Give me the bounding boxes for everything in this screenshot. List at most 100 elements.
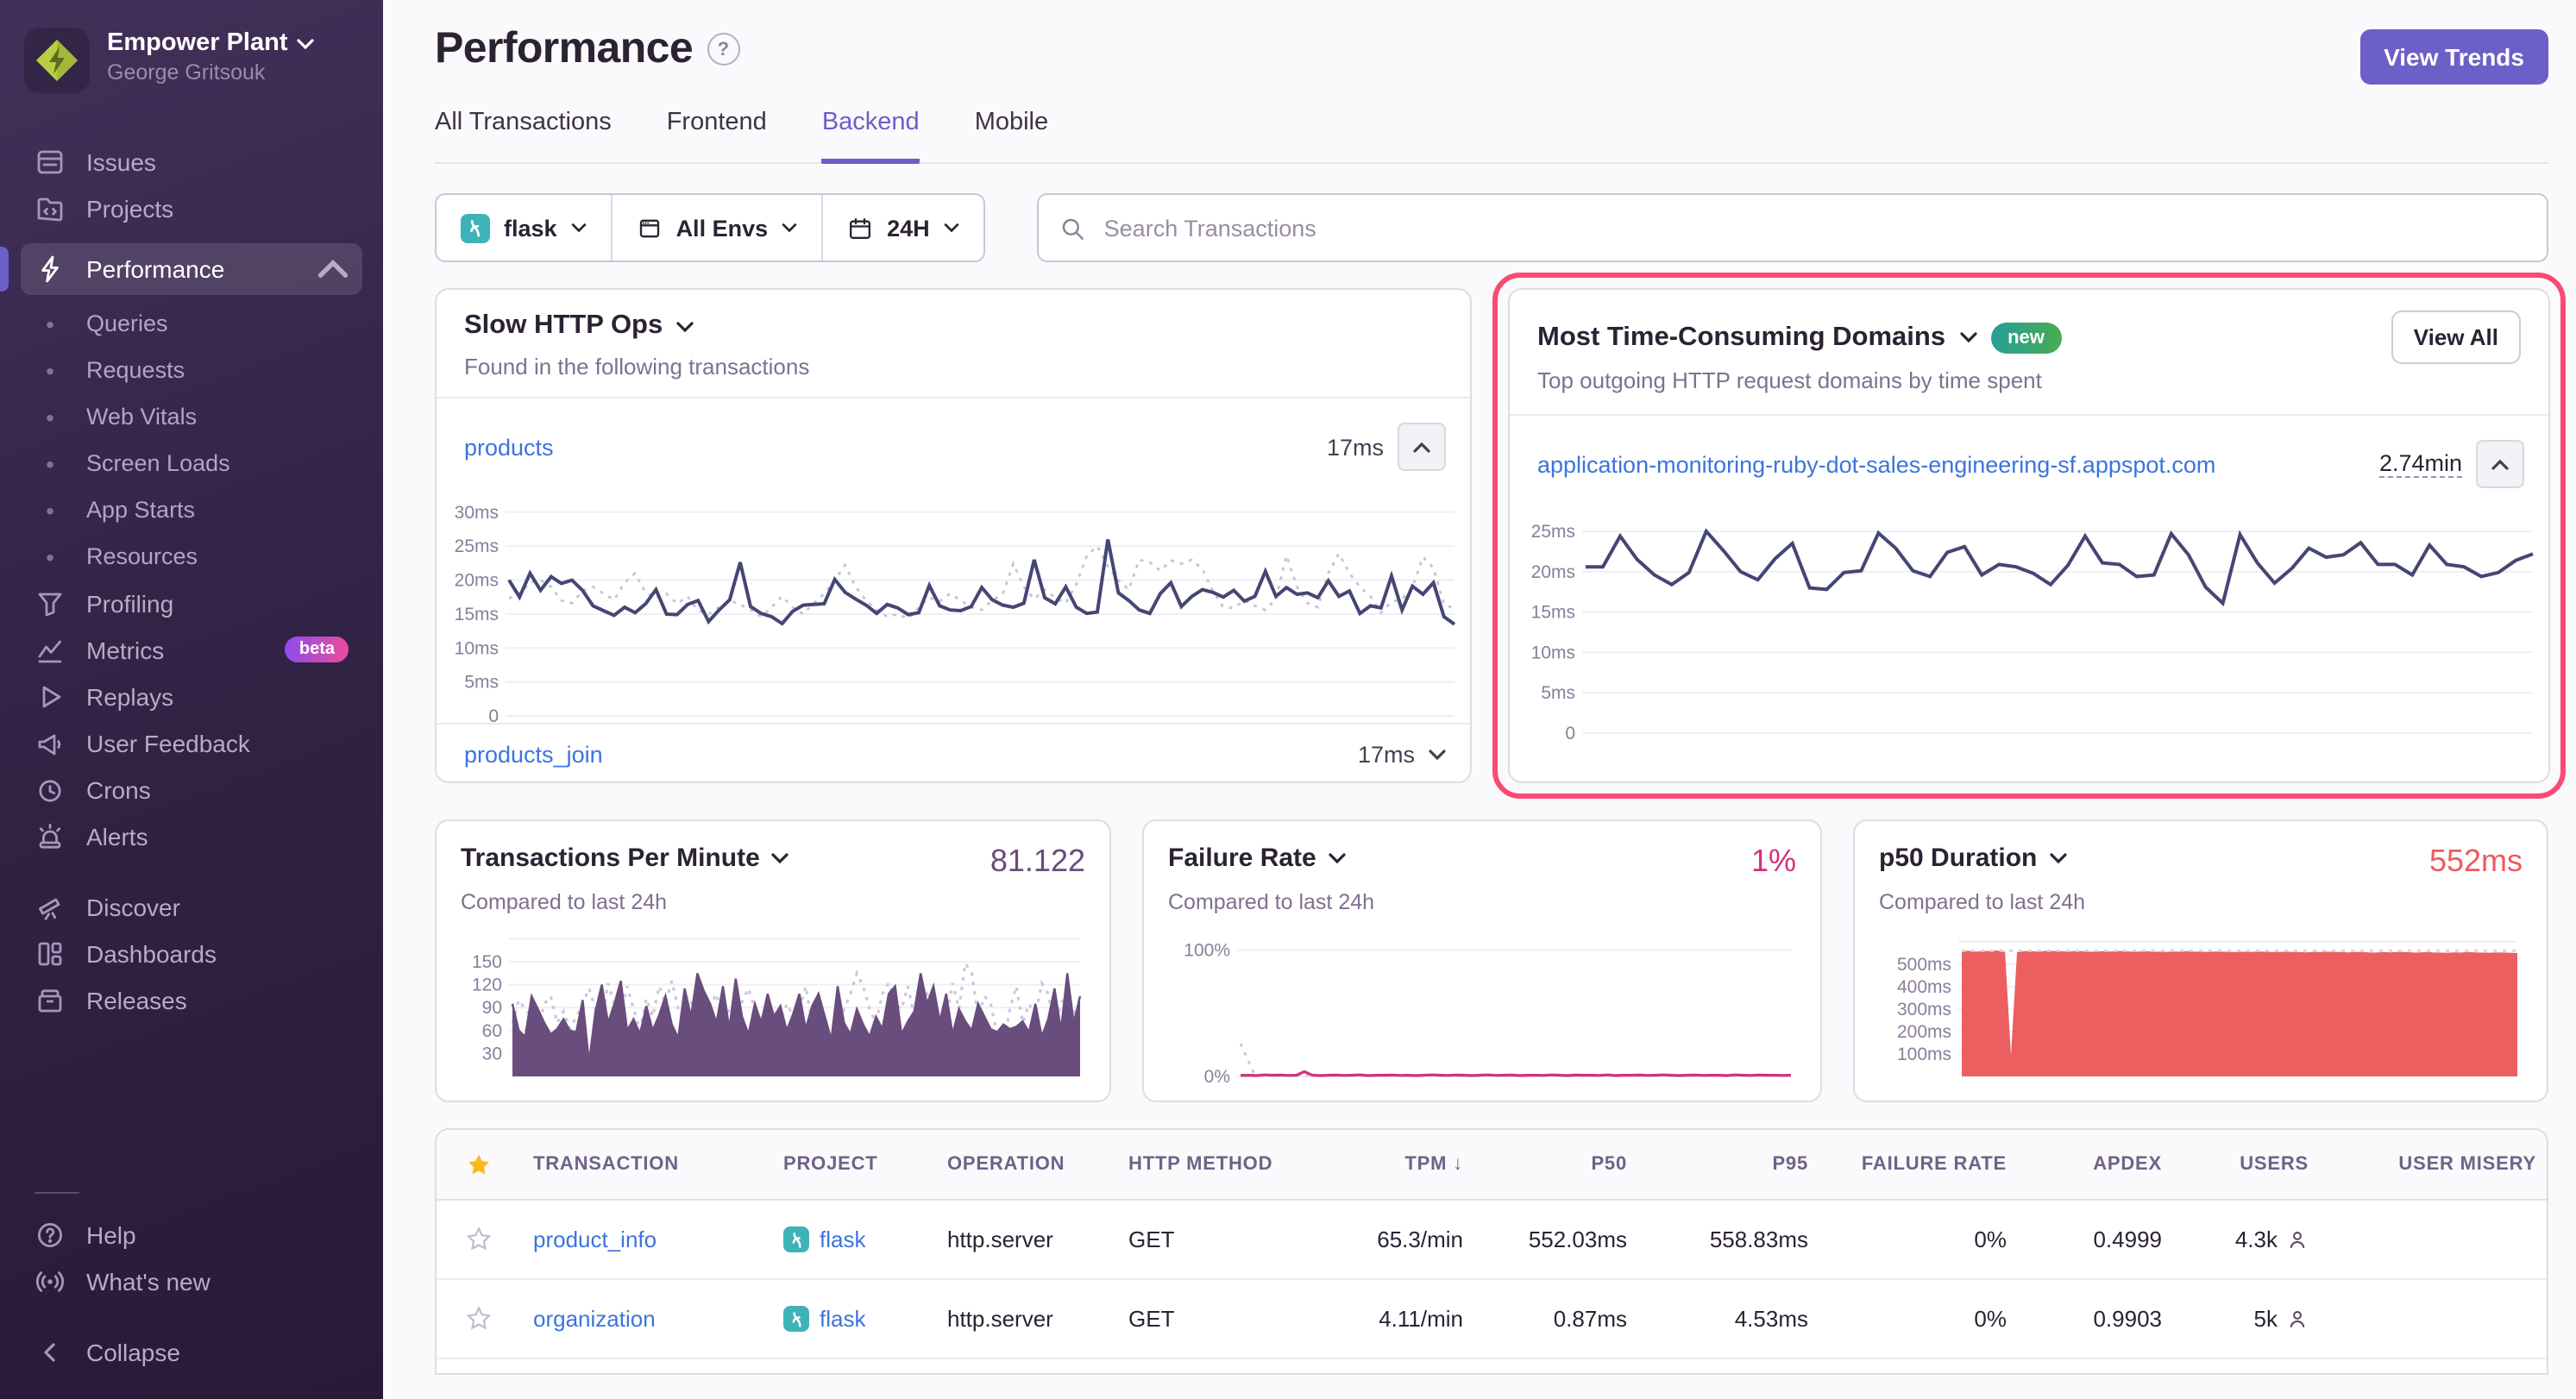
http-method-cell: GET [1115,1226,1313,1252]
star-toggle[interactable] [437,1226,519,1252]
projects-icon [35,192,66,223]
view-trends-button[interactable]: View Trends [2359,29,2548,85]
sidebar-item-metrics[interactable]: Metrics beta [21,626,362,673]
sidebar-item-web-vitals[interactable]: •Web Vitals [21,393,362,440]
svg-text:15ms: 15ms [1531,603,1575,623]
domains-subtitle: Top outgoing HTTP request domains by tim… [1537,367,2521,393]
p50-cell: 0.87ms [1477,1306,1641,1332]
p95-cell: 4.53ms [1641,1306,1822,1332]
tpm-chart: 150120906030 [461,928,1085,1083]
tab-frontend[interactable]: Frontend [667,109,767,162]
date-range-dropdown[interactable]: 24H [821,195,983,260]
tab-mobile[interactable]: Mobile [975,109,1048,162]
domain-link[interactable]: application-monitoring-ruby-dot-sales-en… [1537,451,2215,477]
chevron-down-icon [571,223,587,233]
products-link[interactable]: products [464,434,554,460]
telescope-icon [35,891,66,922]
sidebar-item-app-starts[interactable]: •App Starts [21,486,362,533]
failure-rate-title[interactable]: Failure Rate [1168,844,1346,873]
slow-http-ops-title[interactable]: Slow HTTP Ops [464,311,663,342]
sidebar-item-crons[interactable]: Crons [21,766,362,812]
chevron-down-icon[interactable] [1959,331,1976,343]
view-all-button[interactable]: View All [2391,311,2521,364]
project-filter-dropdown[interactable]: flask [437,195,611,260]
star-toggle[interactable] [437,1306,519,1332]
sidebar-item-screen-loads[interactable]: •Screen Loads [21,440,362,486]
domains-chart: 25ms20ms15ms10ms5ms0 [1520,512,2538,740]
chevron-down-icon[interactable] [1429,749,1446,761]
environment-filter-dropdown[interactable]: All Envs [611,195,822,260]
chevron-down-icon [772,852,789,864]
org-switcher[interactable]: Empower Plant George Gritsouk [21,21,362,100]
col-failure-rate[interactable]: FAILURE RATE [1822,1154,2020,1175]
user-icon [2286,1228,2309,1251]
help-question-icon[interactable]: ? [707,33,739,66]
sidebar-item-help[interactable]: Help [21,1211,362,1258]
tab-backend[interactable]: Backend [822,109,920,164]
svg-text:60: 60 [482,1021,502,1041]
col-tpm-sorted[interactable]: TPM ↓ [1313,1154,1477,1175]
flask-project-icon [461,213,490,242]
col-p50[interactable]: P50 [1477,1154,1641,1175]
operation-cell: http.server [933,1226,1115,1252]
sidebar-item-releases[interactable]: Releases [21,976,362,1023]
search-transactions-box[interactable] [1037,193,2548,262]
transaction-link[interactable]: product_info [533,1226,657,1252]
search-input[interactable] [1101,213,2526,242]
col-apdex[interactable]: APDEX [2020,1154,2176,1175]
table-row: organization flask http.server GET 4.11/… [437,1280,2547,1359]
sidebar-item-user-feedback[interactable]: User Feedback [21,719,362,766]
p50-title[interactable]: p50 Duration [1879,844,2066,873]
releases-box-icon [35,984,66,1015]
p50-chart: 500ms400ms300ms200ms100ms [1879,928,2523,1083]
profiling-icon [35,587,66,618]
sidebar-item-replays[interactable]: Replays [21,673,362,719]
tab-all-transactions[interactable]: All Transactions [435,109,612,162]
sidebar-item-issues[interactable]: Issues [21,138,362,185]
collapse-row-button[interactable] [1398,423,1446,471]
p50-value: 552ms [2429,844,2523,880]
chevron-down-icon [2049,852,2066,864]
sidebar-item-dashboards[interactable]: Dashboards [21,930,362,976]
chevron-down-icon[interactable] [676,320,694,332]
project-badge[interactable]: flask [783,1306,920,1332]
clock-history-icon [35,774,66,805]
key-transactions-star-icon[interactable] [437,1151,519,1177]
tpm-title[interactable]: Transactions Per Minute [461,844,789,873]
sidebar-item-profiling[interactable]: Profiling [21,580,362,626]
transaction-row-products-join: products_join 17ms [437,723,1470,785]
domains-title[interactable]: Most Time-Consuming Domains [1537,322,1945,353]
collapse-row-button[interactable] [2476,440,2524,488]
project-badge[interactable]: flask [783,1226,920,1252]
sidebar-item-queries[interactable]: •Queries [21,300,362,347]
products-join-link[interactable]: products_join [464,742,603,768]
col-user-misery[interactable]: USER MISERY [2322,1154,2548,1175]
empower-plant-logo-icon [31,35,83,86]
products-join-duration: 17ms [1358,742,1415,768]
sidebar-item-discover[interactable]: Discover [21,883,362,930]
failure-rate-cell: 0% [1822,1306,2020,1332]
p50-subtitle: Compared to last 24h [1879,890,2523,914]
transaction-link[interactable]: organization [533,1306,656,1332]
performance-lightning-icon [35,254,66,285]
issues-icon [35,146,66,177]
page-title: Performance ? [435,24,2548,74]
col-users[interactable]: USERS [2176,1154,2322,1175]
org-logo [24,28,90,93]
domain-time-spent[interactable]: 2.74min [2379,450,2462,478]
users-cell: 5k [2190,1306,2309,1332]
sidebar-item-performance[interactable]: Performance [21,243,362,295]
help-icon [35,1219,66,1250]
sidebar-collapse-button[interactable]: Collapse [21,1328,362,1375]
col-p95[interactable]: P95 [1641,1154,1822,1175]
sidebar-item-projects[interactable]: Projects [21,185,362,231]
users-cell: 4.3k [2190,1226,2309,1252]
sidebar-item-whats-new[interactable]: What's new [21,1258,362,1304]
sidebar-item-requests[interactable]: •Requests [21,347,362,393]
sidebar-item-alerts[interactable]: Alerts [21,812,362,859]
tpm-cell: 4.11/min [1313,1306,1477,1332]
sidebar-item-resources[interactable]: •Resources [21,533,362,580]
svg-text:120: 120 [472,976,502,995]
col-transaction[interactable]: TRANSACTION [519,1154,770,1175]
http-method-cell: GET [1115,1306,1313,1332]
